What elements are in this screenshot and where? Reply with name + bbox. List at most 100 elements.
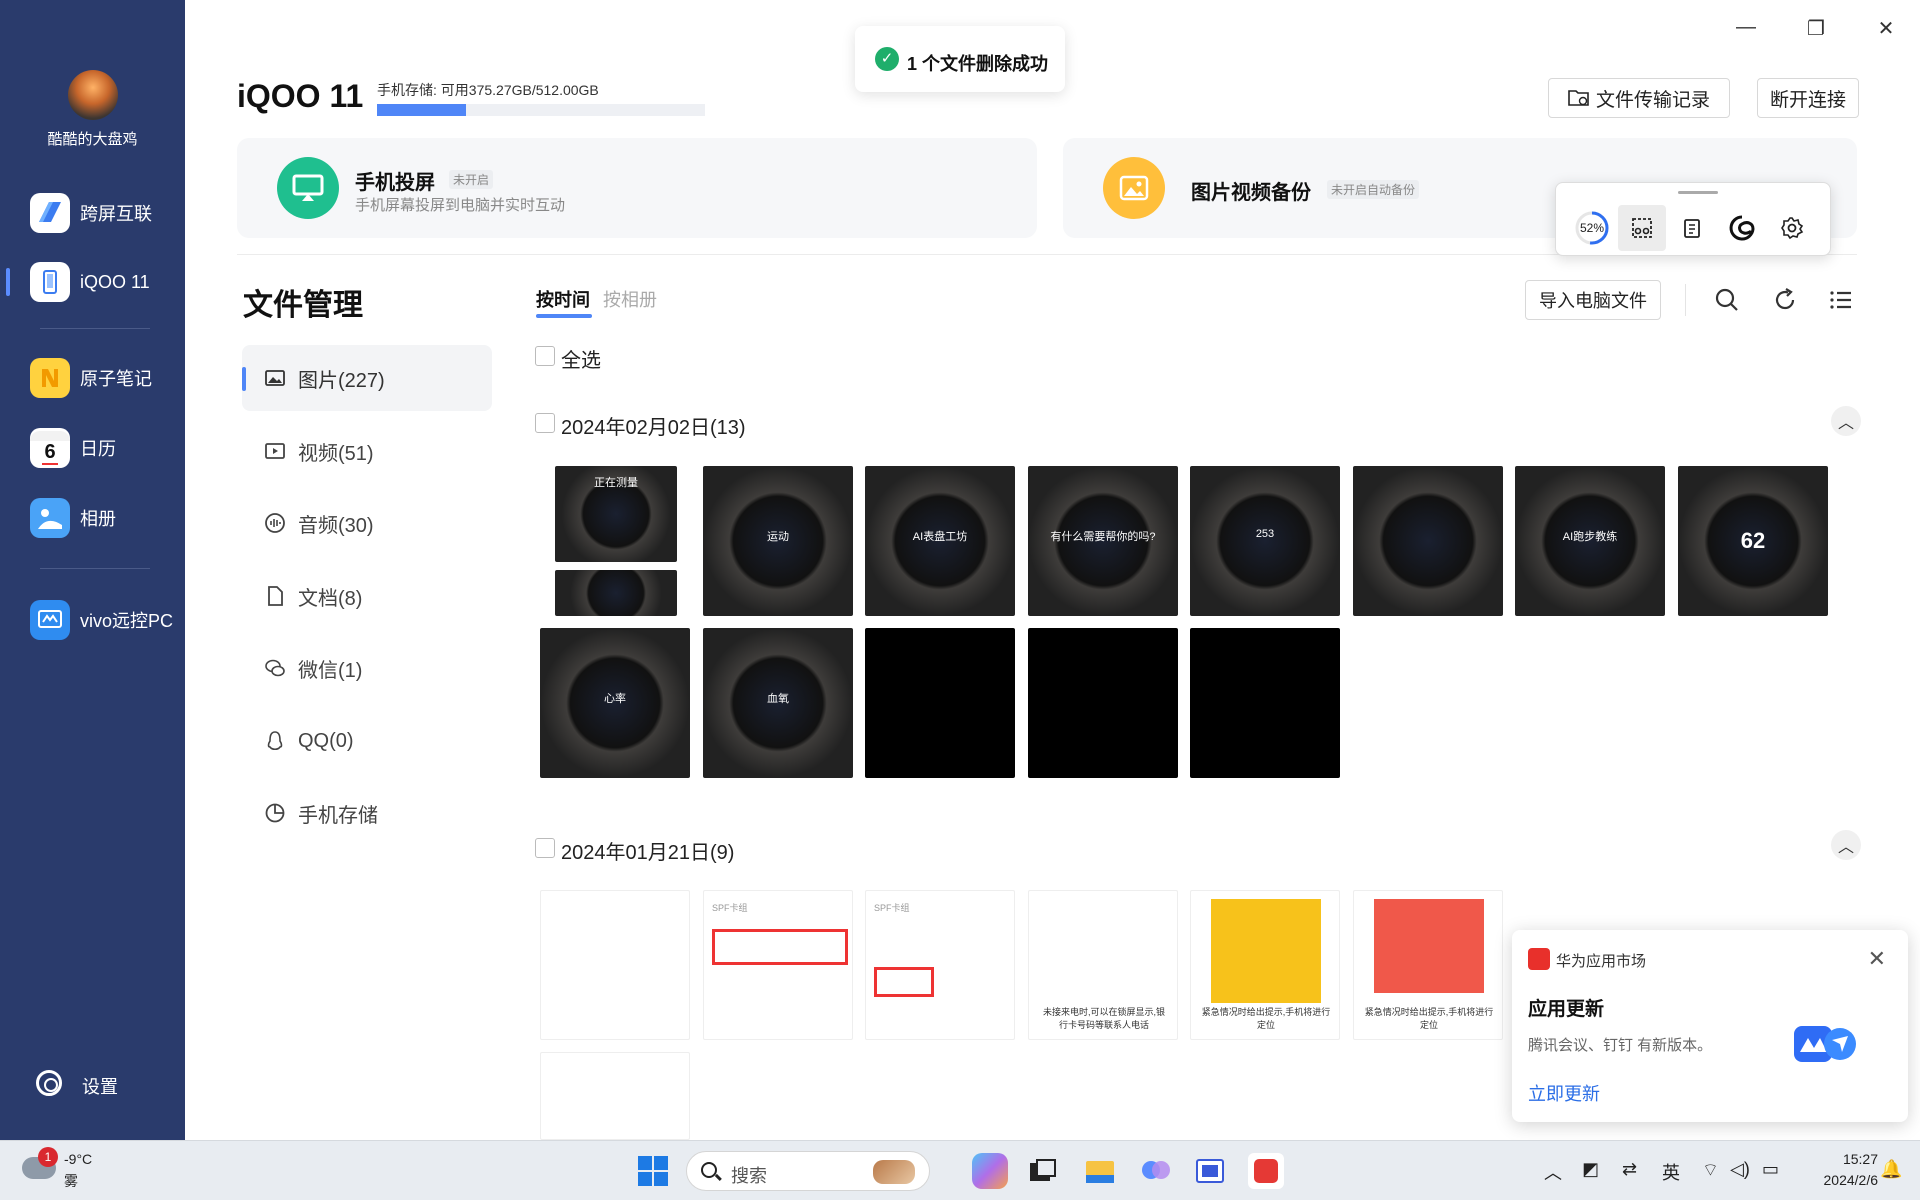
sidebar-item-device[interactable]: iQOO 11 [0, 254, 185, 310]
photo-thumbnail[interactable] [865, 628, 1015, 778]
notification-app-name: 华为应用市场 [1556, 953, 1647, 970]
photo-thumbnail[interactable]: 紧急情况时给出提示,手机将进行定位 [1190, 890, 1340, 1040]
group-checkbox[interactable] [535, 413, 555, 433]
photo-thumbnail[interactable]: 未接来电时,可以在锁屏显示,银行卡号码等联系人电话 [1028, 890, 1178, 1040]
sidebar-item-label: 日历 [80, 439, 116, 459]
document-icon [268, 586, 283, 606]
photo-thumbnail[interactable] [1353, 466, 1503, 616]
storage-bar-fill [377, 104, 466, 116]
sidebar-item-remote-pc[interactable]: vivo远控PC [0, 592, 185, 648]
transfer-record-button[interactable]: 文件传输记录 [1548, 78, 1730, 118]
photo-thumbnail[interactable]: 正在测量 [555, 466, 677, 562]
show-hidden-icons[interactable]: ︿ [1544, 1159, 1562, 1185]
windows-start-icon[interactable] [638, 1156, 668, 1186]
tray-sync-icon[interactable]: ⇄ [1622, 1159, 1637, 1180]
vivo-office-icon[interactable] [1248, 1153, 1284, 1189]
assistant-app-icon[interactable] [1138, 1153, 1174, 1189]
folder-transfer-icon [1568, 90, 1589, 106]
app-icons [1794, 1026, 1856, 1062]
group-checkbox[interactable] [535, 838, 555, 858]
sidebar-item-album[interactable]: 相册 [0, 490, 185, 546]
search-icon[interactable] [1713, 286, 1741, 314]
notification-close-button[interactable]: ✕ [1868, 946, 1886, 972]
photo-thumbnail[interactable]: 253 [1190, 466, 1340, 616]
sidebar-item-cross-screen[interactable]: 跨屏互联 [0, 185, 185, 241]
search-icon [701, 1162, 717, 1178]
category-images[interactable]: 图片(227) [242, 345, 492, 411]
photo-icon [1103, 157, 1165, 219]
calendar-day: 6 [44, 441, 56, 463]
battery-indicator[interactable]: 52% [1568, 205, 1616, 251]
mail-app-icon[interactable] [1192, 1153, 1228, 1189]
category-videos[interactable]: 视频(51) [242, 418, 492, 484]
tab-by-time[interactable]: 按时间 [536, 286, 592, 318]
edge-button[interactable] [1718, 205, 1766, 251]
settings-button[interactable]: 设置 [0, 1058, 185, 1108]
taskbar-search[interactable]: 搜索 [686, 1151, 930, 1191]
screenshot-button[interactable] [1618, 205, 1666, 251]
collapse-group-button[interactable]: ︿ [1831, 406, 1861, 436]
photo-thumbnail[interactable] [540, 1052, 690, 1140]
sidebar-item-notes[interactable]: 原子笔记 [0, 350, 185, 406]
select-all-checkbox[interactable] [535, 346, 555, 366]
category-documents[interactable]: 文档(8) [242, 563, 492, 629]
screen-mirror-card[interactable]: 手机投屏 未开启 手机屏幕投屏到电脑并实时互动 [237, 138, 1037, 238]
category-audio[interactable]: 音频(30) [242, 490, 492, 556]
device-name: iQOO 11 [237, 78, 364, 114]
clipboard-icon [1684, 219, 1700, 238]
ime-indicator[interactable]: 英 [1662, 1159, 1680, 1185]
category-phone-storage[interactable]: 手机存储 [242, 780, 492, 846]
photo-thumbnail[interactable]: 血氧 [703, 628, 853, 778]
photo-thumbnail[interactable] [555, 570, 677, 616]
drag-handle[interactable] [1678, 191, 1718, 194]
sidebar-item-label: 原子笔记 [80, 369, 152, 389]
notification-title: 应用更新 [1528, 999, 1605, 1020]
storage-text: 手机存储: 可用375.27GB/512.00GB [377, 82, 599, 98]
qq-icon [267, 731, 283, 751]
minimize-button[interactable]: — [1731, 16, 1761, 46]
list-view-icon[interactable] [1827, 286, 1855, 314]
category-label: 音频(30) [298, 514, 374, 537]
task-view-icon[interactable] [1024, 1153, 1060, 1189]
video-icon [265, 443, 285, 459]
copilot-icon[interactable] [972, 1153, 1008, 1189]
category-label: 视频(51) [298, 442, 374, 465]
wifi-icon[interactable]: ⌔ [1702, 1159, 1719, 1182]
photo-thumbnail[interactable] [540, 890, 690, 1040]
user-avatar[interactable] [68, 70, 118, 120]
photo-thumbnail[interactable]: SPF卡组 [865, 890, 1015, 1040]
tray-app-icon[interactable]: ◩ [1582, 1159, 1599, 1180]
close-window-button[interactable]: ✕ [1871, 16, 1901, 46]
notification-bell-icon[interactable]: 🔔 [1880, 1159, 1902, 1180]
collapse-group-button[interactable]: ︿ [1831, 830, 1861, 860]
scissors-icon [1632, 218, 1652, 238]
disconnect-button[interactable]: 断开连接 [1757, 78, 1859, 118]
category-qq[interactable]: QQ(0) [242, 708, 492, 774]
photo-thumbnail[interactable]: SPF卡组 [703, 890, 853, 1040]
toast: ✓ 1 个文件删除成功 [855, 26, 1065, 92]
sidebar-item-calendar[interactable]: 6 日历 [0, 420, 185, 476]
storage-pie-icon [265, 803, 285, 823]
tab-by-album[interactable]: 按相册 [603, 286, 657, 312]
file-explorer-icon[interactable] [1082, 1153, 1118, 1189]
restore-button[interactable]: ❐ [1801, 16, 1831, 46]
main-panel: — ❐ ✕ iQOO 11 手机存储: 可用375.27GB/512.00GB … [185, 0, 1920, 1140]
update-now-link[interactable]: 立即更新 [1528, 1080, 1600, 1106]
import-files-button[interactable]: 导入电脑文件 [1525, 280, 1661, 320]
category-wechat[interactable]: 微信(1) [242, 635, 492, 701]
photo-thumbnail[interactable]: AI跑步教练 [1515, 466, 1665, 616]
clipboard-button[interactable] [1668, 205, 1716, 251]
photo-thumbnail[interactable]: 运动 [703, 466, 853, 616]
refresh-icon[interactable] [1771, 286, 1799, 314]
volume-icon[interactable]: ◁) [1730, 1159, 1750, 1180]
photo-thumbnail[interactable]: 心率 [540, 628, 690, 778]
photo-thumbnail[interactable]: 紧急情况时给出提示,手机将进行定位 [1353, 890, 1503, 1040]
toolbar-settings-button[interactable] [1768, 205, 1816, 251]
photo-thumbnail[interactable]: 62 [1678, 466, 1828, 616]
photo-thumbnail[interactable]: 有什么需要帮你的吗? [1028, 466, 1178, 616]
photo-thumbnail[interactable] [1028, 628, 1178, 778]
battery-icon[interactable]: ▭ [1762, 1159, 1779, 1180]
toast-text: 1 个文件删除成功 [907, 54, 1049, 74]
photo-thumbnail[interactable]: AI表盘工坊 [865, 466, 1015, 616]
photo-thumbnail[interactable] [1190, 628, 1340, 778]
